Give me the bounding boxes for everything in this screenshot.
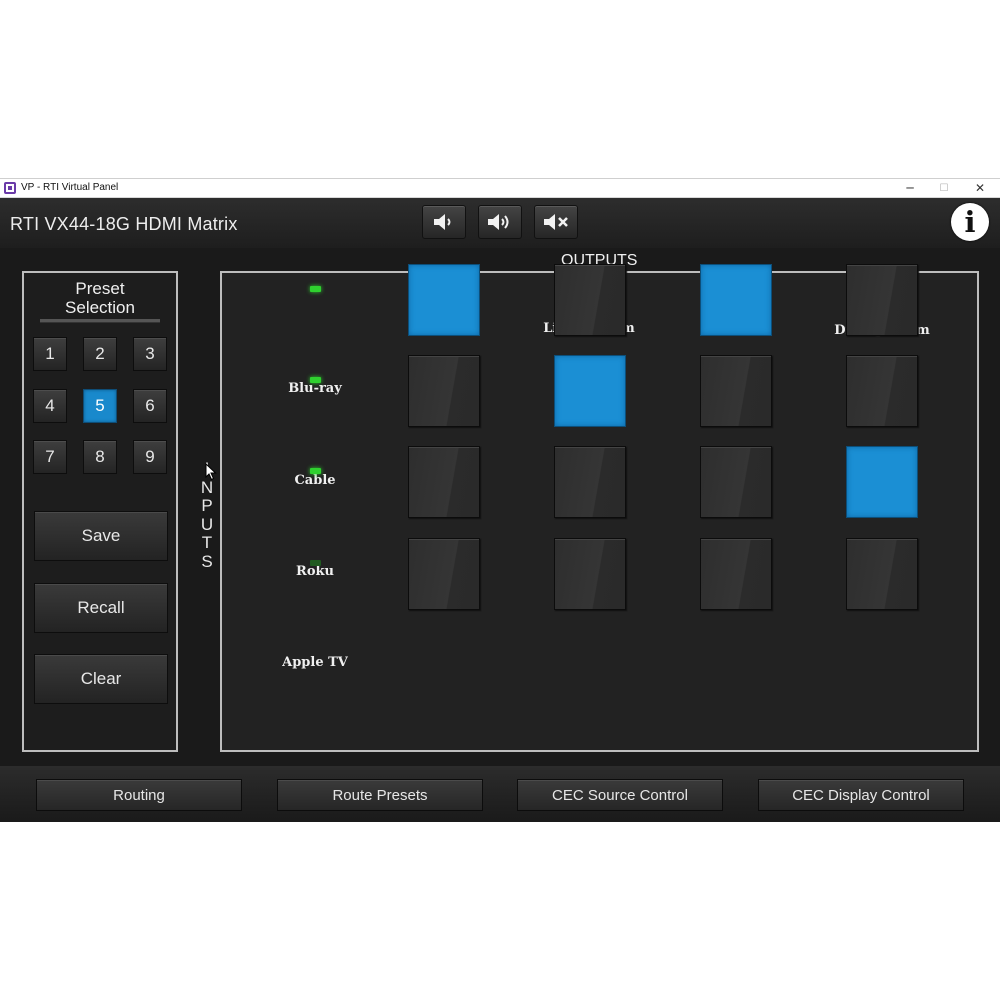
preset-title-line1: Preset <box>75 279 125 298</box>
route-button-blu-ray-cinema[interactable] <box>408 264 480 336</box>
input-label-blu-ray: Blu-ray <box>288 381 342 396</box>
route-button-apple-tv-dining-room[interactable] <box>846 538 918 610</box>
preset-button-9[interactable]: 9 <box>133 440 167 474</box>
route-button-cable-cinema[interactable] <box>408 355 480 427</box>
route-button-cable-dining-room[interactable] <box>846 355 918 427</box>
inputs-letter: U <box>200 514 214 534</box>
inputs-letter: N <box>200 477 214 497</box>
maximize-button[interactable]: ☐ <box>930 180 958 197</box>
route-button-cable-bedroom[interactable] <box>700 355 772 427</box>
close-button[interactable]: ✕ <box>966 180 994 197</box>
info-button[interactable]: i <box>951 203 989 241</box>
divider <box>40 319 160 323</box>
status-led <box>310 560 321 566</box>
app-icon <box>4 182 16 194</box>
recall-button[interactable]: Recall <box>34 583 168 633</box>
route-button-apple-tv-living-room[interactable] <box>554 538 626 610</box>
bottom-nav: Routing Route Presets CEC Source Control… <box>0 766 1000 822</box>
route-button-roku-cinema[interactable] <box>408 446 480 518</box>
routing-matrix: Cinema Living Room Bedroom Dining Room B… <box>220 264 979 752</box>
page-title: RTI VX44-18G HDMI Matrix <box>10 214 238 234</box>
header-bar: RTI VX44-18G HDMI Matrix <box>0 198 1000 248</box>
preset-button-8[interactable]: 8 <box>83 440 117 474</box>
speaker-high-icon <box>488 214 509 230</box>
window-title: VP - RTI Virtual Panel <box>21 182 119 193</box>
mouse-cursor-icon <box>205 463 217 481</box>
status-led <box>310 286 321 292</box>
route-button-roku-dining-room[interactable] <box>846 446 918 518</box>
preset-button-7[interactable]: 7 <box>33 440 67 474</box>
route-button-roku-living-room[interactable] <box>554 446 626 518</box>
input-label-roku: Roku <box>296 564 334 579</box>
inputs-letter: T <box>201 533 213 552</box>
tab-route-presets[interactable]: Route Presets <box>277 779 483 811</box>
input-label-cable: Cable <box>294 473 336 488</box>
save-button[interactable]: Save <box>34 511 168 561</box>
clear-button[interactable]: Clear <box>34 654 168 704</box>
preset-title-line2: Selection <box>65 298 135 317</box>
volume-down-button[interactable] <box>422 205 466 239</box>
inputs-letter: S <box>201 551 213 571</box>
status-led <box>310 377 321 383</box>
preset-button-5[interactable]: 5 <box>83 389 117 423</box>
tab-cec-display-control[interactable]: CEC Display Control <box>758 779 964 811</box>
preset-button-6[interactable]: 6 <box>133 389 167 423</box>
route-button-cable-living-room[interactable] <box>554 355 626 427</box>
preset-button-2[interactable]: 2 <box>83 337 117 371</box>
window-titlebar: VP - RTI Virtual Panel ─ ☐ ✕ <box>0 178 1000 198</box>
route-button-roku-bedroom[interactable] <box>700 446 772 518</box>
inputs-letter: P <box>201 496 213 515</box>
speaker-low-icon <box>434 214 451 230</box>
minimize-button[interactable]: ─ <box>896 180 924 197</box>
route-button-blu-ray-bedroom[interactable] <box>700 264 772 336</box>
speaker-mute-icon <box>544 214 568 230</box>
preset-button-1[interactable]: 1 <box>33 337 67 371</box>
status-led <box>310 468 321 474</box>
route-button-blu-ray-dining-room[interactable] <box>846 264 918 336</box>
volume-up-button[interactable] <box>478 205 522 239</box>
tab-routing[interactable]: Routing <box>36 779 242 811</box>
preset-button-4[interactable]: 4 <box>33 389 67 423</box>
input-label-apple-tv: Apple TV <box>282 655 348 670</box>
preset-panel: Preset Selection 1 2 3 4 5 6 7 8 9 Save … <box>22 271 178 752</box>
mute-button[interactable] <box>534 205 578 239</box>
tab-cec-source-control[interactable]: CEC Source Control <box>517 779 723 811</box>
route-button-apple-tv-cinema[interactable] <box>408 538 480 610</box>
route-button-blu-ray-living-room[interactable] <box>554 264 626 336</box>
preset-button-3[interactable]: 3 <box>133 337 167 371</box>
preset-title: Preset Selection <box>24 279 176 317</box>
app-window: VP - RTI Virtual Panel ─ ☐ ✕ RTI VX44-18… <box>0 178 1000 822</box>
route-button-apple-tv-bedroom[interactable] <box>700 538 772 610</box>
